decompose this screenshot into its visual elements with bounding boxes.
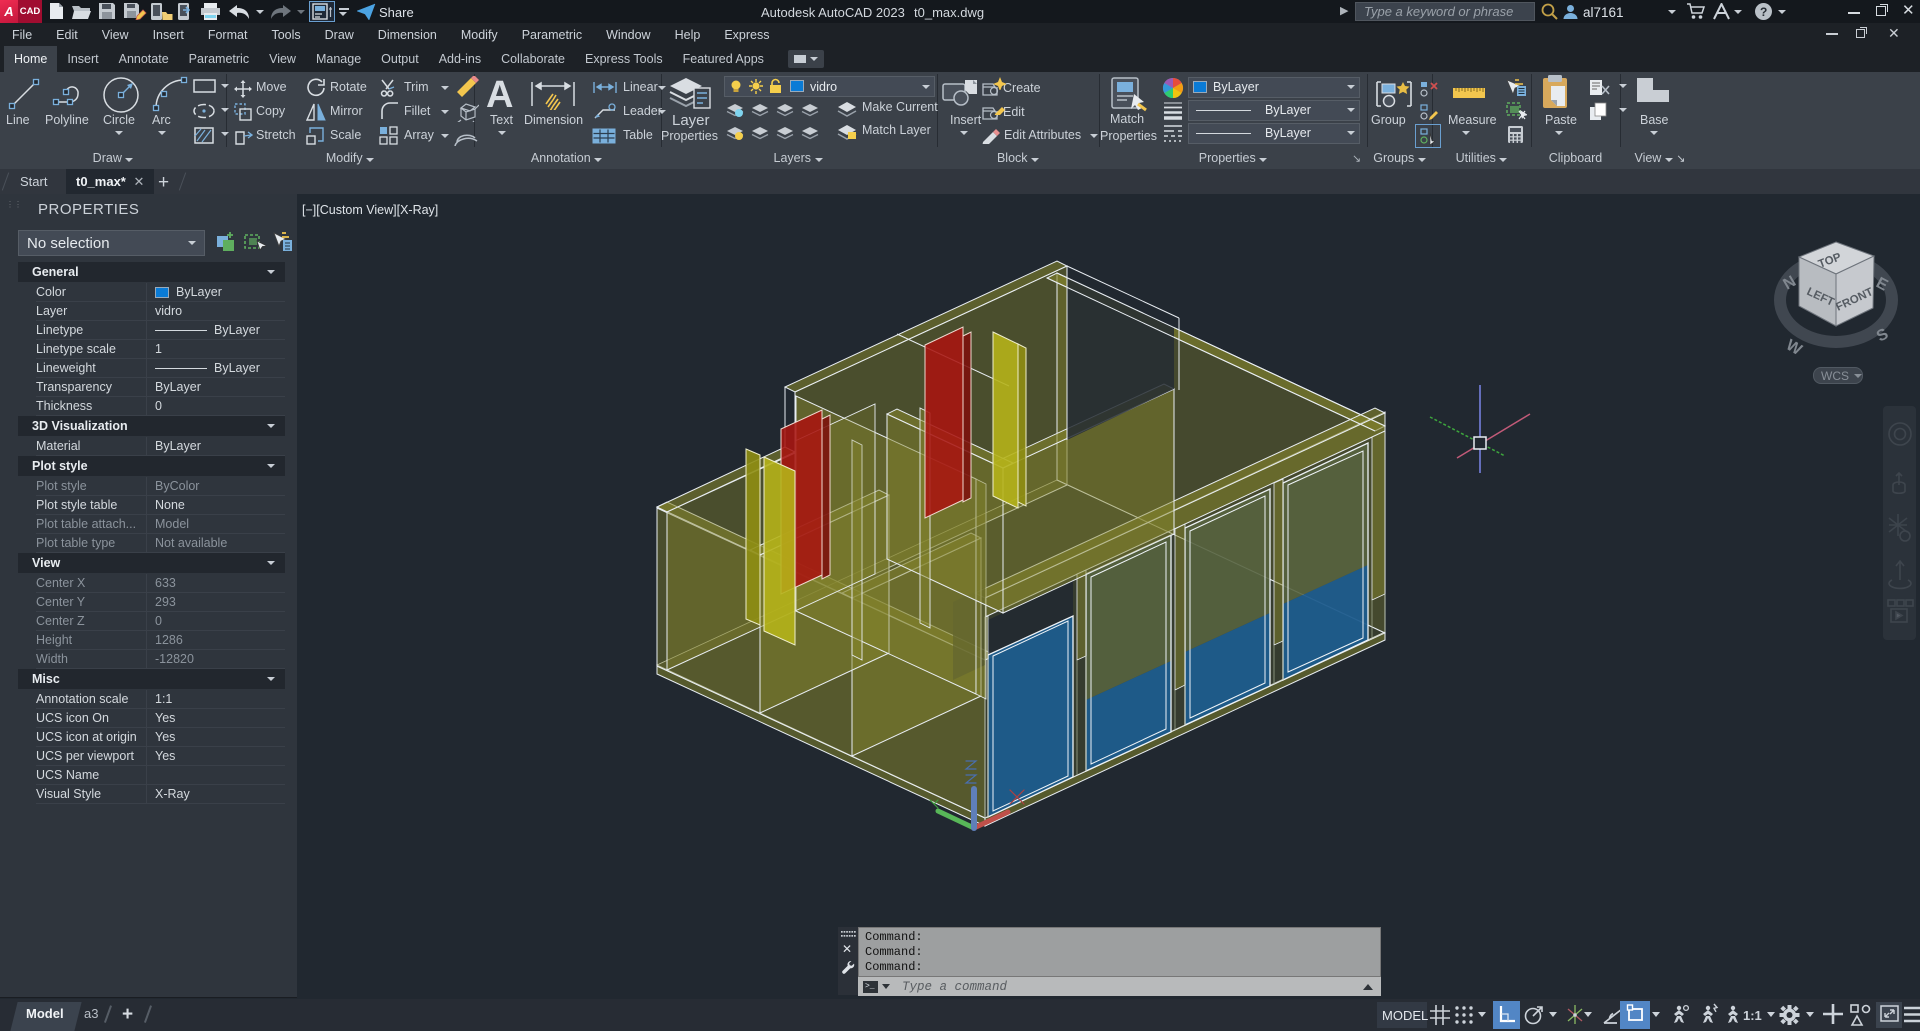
svg-text:S: S (1874, 325, 1892, 345)
